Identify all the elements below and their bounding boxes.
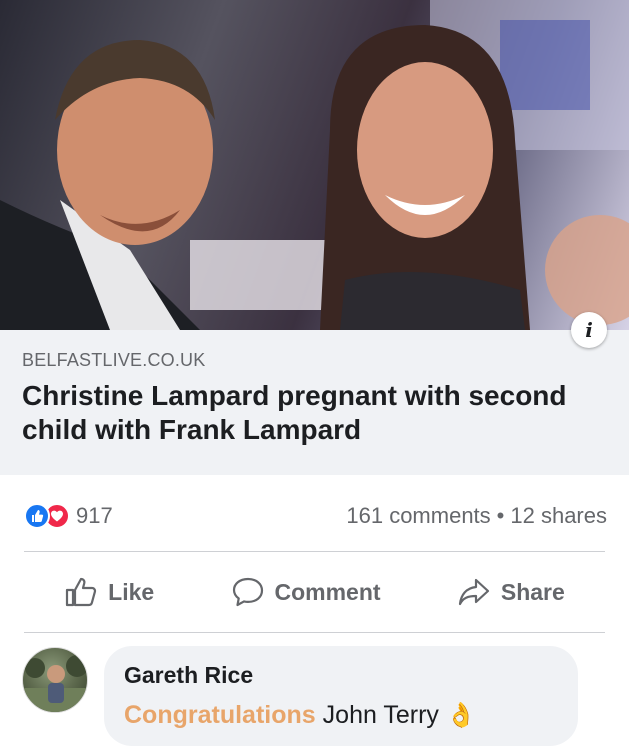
divider (24, 551, 605, 552)
share-arrow-icon (458, 578, 489, 606)
like-button[interactable]: Like (64, 576, 154, 608)
separator-dot: • (496, 503, 505, 528)
comment-bubble-icon (232, 577, 263, 607)
share-button[interactable]: Share (457, 576, 565, 608)
link-source: BELFASTLIVE.CO.UK (22, 350, 206, 370)
comment-bubble[interactable]: Gareth Rice Congratulations John Terry 👌 (104, 646, 578, 746)
comment-button[interactable]: Comment (231, 576, 381, 608)
thumbs-up-icon (66, 577, 97, 607)
avatar[interactable] (22, 647, 88, 713)
share-label: Share (500, 578, 565, 605)
divider (24, 632, 605, 633)
comment: Gareth Rice Congratulations John Terry 👌 (0, 640, 629, 750)
like-icon (24, 503, 50, 529)
comment-author[interactable]: Gareth Rice (124, 662, 558, 689)
comments-count[interactable]: 161 comments (346, 503, 490, 529)
photo-illustration (0, 0, 629, 330)
post-stats: 917 161 comments • 12 shares (0, 496, 629, 536)
like-label: Like (108, 578, 155, 605)
comment-label: Comment (274, 578, 381, 605)
engagement-counts: 161 comments • 12 shares (346, 503, 607, 529)
reaction-count: 917 (76, 503, 113, 528)
shares-count[interactable]: 12 shares (510, 503, 607, 529)
link-preview[interactable]: BELFASTLIVE.CO.UK Christine Lampard preg… (0, 330, 629, 475)
action-bar: Like Comment Share (0, 553, 629, 631)
comment-body: John Terry (322, 701, 439, 729)
comment-highlight: Congratulations (124, 701, 316, 729)
reactions-summary[interactable]: 917 (24, 503, 113, 529)
ok-hand-icon: 👌 (445, 702, 476, 729)
link-headline[interactable]: Christine Lampard pregnant with second c… (22, 379, 622, 447)
article-photo[interactable] (0, 0, 629, 330)
info-icon[interactable]: i (571, 312, 607, 348)
comment-text: Congratulations John Terry 👌 (124, 701, 558, 730)
